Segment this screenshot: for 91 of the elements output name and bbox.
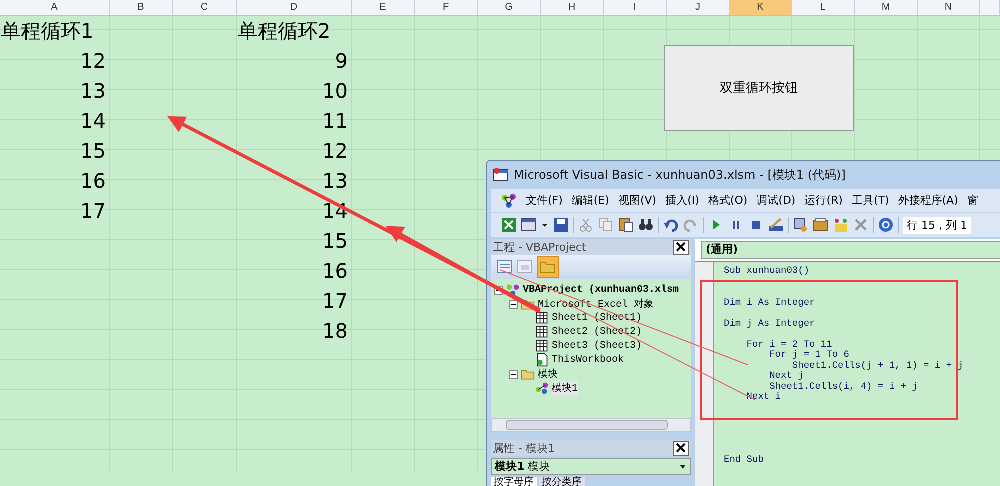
column-header[interactable]: C [173, 0, 237, 15]
cell-text: 单程循环2 [237, 18, 331, 45]
collapse-toggle-icon[interactable] [509, 370, 518, 378]
code-line: Sub xunhuan03() [724, 266, 811, 276]
column-header[interactable]: E [352, 0, 415, 15]
menu-item[interactable]: 工具(T) [852, 193, 890, 208]
cursor-position: 行 15 , 列 1 [903, 216, 972, 234]
cell-number: 17 [322, 288, 348, 315]
design-mode-icon[interactable] [768, 217, 784, 233]
close-button[interactable] [673, 240, 689, 254]
column-header[interactable]: H [541, 0, 604, 15]
cell-number: 9 [335, 48, 348, 75]
sheet-icon [535, 325, 549, 339]
column-header[interactable]: I [604, 0, 667, 15]
horizontal-scrollbar[interactable] [491, 418, 691, 432]
cell-number: 15 [322, 228, 348, 255]
menu-item[interactable]: 调试(D) [756, 193, 796, 208]
sheet-icon [535, 339, 549, 353]
column-header[interactable]: B [110, 0, 173, 15]
userform-icon[interactable] [521, 217, 537, 233]
menu-item[interactable]: 文件(F) [526, 193, 563, 208]
tree-item[interactable]: 模块1 [552, 381, 578, 395]
caret-icon [679, 462, 687, 470]
binoculars-icon[interactable] [638, 217, 654, 233]
column-header[interactable]: A [0, 0, 110, 15]
tree-item[interactable]: Sheet3 (Sheet3) [552, 340, 642, 352]
code-line: Dim j As Integer [724, 318, 816, 329]
toggle-folders-button[interactable] [537, 256, 559, 278]
undo-icon[interactable] [663, 217, 679, 233]
code-line: Next j [768, 371, 805, 382]
collapse-toggle-icon[interactable] [509, 300, 518, 308]
close-icon [676, 242, 686, 252]
cell-number: 16 [322, 258, 348, 285]
pane-title: 工程 - VBAProject [493, 240, 586, 254]
menu-item[interactable]: 运行(R) [804, 193, 843, 208]
column-header[interactable]: D [237, 0, 352, 15]
app-icon [493, 167, 509, 183]
macro-button[interactable]: 双重循环按钮 [664, 45, 854, 131]
project-icon [506, 283, 520, 297]
help-icon[interactable] [878, 217, 894, 233]
cell-number: 16 [80, 168, 106, 195]
menu-item[interactable]: 窗 [967, 193, 978, 208]
code-line: End Sub [724, 454, 765, 465]
cell-number: 13 [322, 168, 348, 195]
close-button[interactable] [673, 440, 689, 456]
column-header[interactable]: K [730, 0, 792, 15]
folder-icon [521, 367, 535, 381]
project-explorer-icon[interactable] [793, 217, 809, 233]
sheet-icon [535, 311, 549, 325]
cell-number: 12 [80, 48, 106, 75]
vba-logo-icon [501, 192, 517, 208]
window-title: Microsoft Visual Basic - xunhuan03.xlsm - [模块1 (代码)] [514, 166, 846, 184]
workbook-icon [535, 353, 549, 367]
properties-icon[interactable] [813, 217, 829, 233]
tree-item[interactable]: 模块 [538, 367, 558, 381]
code-line: For i = 2 To 11 [746, 340, 834, 350]
cell-text: 单程循环1 [0, 18, 94, 45]
view-code-icon[interactable] [497, 259, 513, 275]
menu-item[interactable]: 插入(I) [666, 193, 700, 208]
code-line: Next i [746, 392, 782, 402]
save-icon[interactable] [553, 217, 569, 233]
cell-number: 14 [80, 108, 106, 135]
menu-item[interactable]: 编辑(E) [572, 193, 610, 208]
pane-title: 属性 - 模块1 [493, 440, 555, 456]
paste-icon[interactable] [618, 217, 634, 233]
code-line: Dim i As Integer [724, 298, 816, 308]
tree-item[interactable]: ThisWorkbook [552, 354, 624, 366]
column-header[interactable]: F [415, 0, 478, 15]
cell-number: 13 [80, 78, 106, 105]
menu-item[interactable]: 格式(O) [708, 193, 748, 208]
cell-number: 15 [80, 138, 106, 165]
code-line: For j = 1 To 6 [768, 350, 850, 360]
column-header[interactable]: M [855, 0, 918, 15]
column-header[interactable]: G [478, 0, 541, 15]
object-browser-icon[interactable] [833, 217, 849, 233]
menu-item[interactable]: 视图(V) [618, 193, 657, 208]
cell-number: 17 [80, 198, 106, 225]
column-header[interactable]: N [918, 0, 980, 15]
excel-icon[interactable] [501, 217, 517, 233]
cell-number: 18 [322, 318, 348, 345]
cell-number: 11 [322, 108, 348, 135]
module-icon [535, 381, 549, 395]
cell-number: 12 [322, 138, 348, 165]
cell-number: 10 [322, 78, 348, 105]
code-line: Sheet1.Cells(i, 4) = i + j [768, 382, 919, 392]
object-dropdown[interactable]: 模块1 模块 [491, 458, 691, 475]
close-icon [676, 443, 686, 453]
code-line: Sheet1.Cells(j + 1, 1) = i + j [791, 360, 964, 371]
column-header[interactable]: L [792, 0, 855, 15]
menu-item[interactable]: 外接程序(A) [898, 193, 958, 208]
object-dropdown[interactable]: (通用) [701, 241, 1000, 259]
